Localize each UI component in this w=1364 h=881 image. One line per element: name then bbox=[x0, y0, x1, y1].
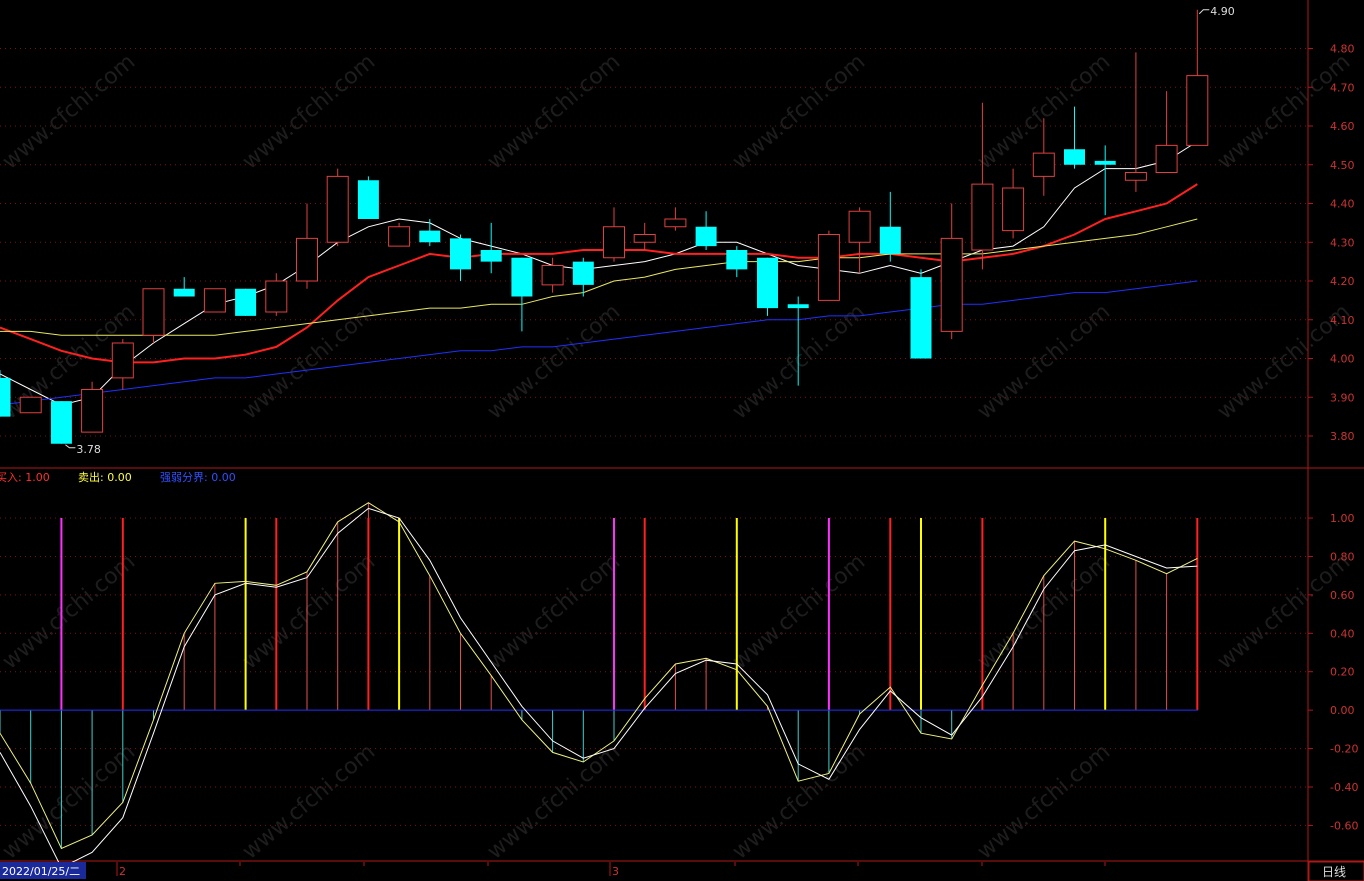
candle-body-up[interactable] bbox=[142, 288, 165, 336]
candle-body-up[interactable] bbox=[111, 342, 134, 379]
watermark: www.cfchi.com bbox=[728, 49, 870, 174]
watermark: www.cfchi.com bbox=[483, 739, 625, 864]
candle-body-up[interactable] bbox=[326, 175, 349, 243]
candle-body-up[interactable] bbox=[1002, 187, 1025, 232]
candle-body-down[interactable] bbox=[910, 277, 932, 359]
period-label: 日线 bbox=[1322, 865, 1346, 879]
candle-body-down[interactable] bbox=[572, 261, 594, 285]
price-tick-label: 4.10 bbox=[1330, 314, 1355, 327]
watermark: www.cfchi.com bbox=[973, 739, 1115, 864]
candle-body-up[interactable] bbox=[81, 389, 104, 433]
candle-body-down[interactable] bbox=[695, 226, 717, 247]
indicator-legend-1: 卖出: 0.00 bbox=[78, 470, 132, 484]
candle-body-down[interactable] bbox=[450, 238, 471, 270]
candle-body-down[interactable] bbox=[511, 257, 533, 297]
price-tick-label: 4.30 bbox=[1330, 236, 1355, 249]
high-marker bbox=[1198, 9, 1210, 15]
candle-body-up[interactable] bbox=[633, 234, 656, 243]
low-price-label: 3.78 bbox=[76, 443, 101, 456]
stock-chart[interactable]: www.cfchi.com www.cfchi.com www.cfchi.com w… bbox=[0, 0, 1364, 881]
indicator-tick-label: 0.40 bbox=[1330, 627, 1355, 640]
indicator-tick-label: 1.00 bbox=[1330, 512, 1355, 525]
price-tick-label: 4.70 bbox=[1330, 81, 1355, 94]
price-tick-label: 4.20 bbox=[1330, 275, 1355, 288]
candle-body-down[interactable] bbox=[757, 257, 778, 309]
candle-body-down[interactable] bbox=[726, 250, 748, 270]
candle-body-up[interactable] bbox=[1186, 75, 1209, 146]
price-tick-label: 4.80 bbox=[1330, 43, 1355, 56]
watermark: www.cfchi.com bbox=[238, 49, 380, 174]
price-tick-label: 4.50 bbox=[1330, 159, 1355, 172]
candle-body-up[interactable] bbox=[388, 226, 411, 247]
candle-body-up[interactable] bbox=[1124, 172, 1147, 181]
candle-body-up[interactable] bbox=[296, 237, 318, 282]
price-tick-label: 3.80 bbox=[1330, 430, 1355, 443]
candle-body-down[interactable] bbox=[235, 288, 257, 316]
candle-body-down[interactable] bbox=[1094, 160, 1116, 165]
watermark: www.cfchi.com bbox=[483, 299, 625, 424]
price-tick-label: 4.00 bbox=[1330, 353, 1355, 366]
watermark: www.cfchi.com bbox=[0, 739, 140, 864]
watermark: www.cfchi.com bbox=[0, 49, 140, 174]
candle-body-up[interactable] bbox=[940, 237, 963, 332]
candle-body-down[interactable] bbox=[173, 288, 195, 297]
watermark: www.cfchi.com bbox=[238, 739, 380, 864]
candle-body-down[interactable] bbox=[419, 230, 441, 243]
indicator-legend-2: 强弱分界: 0.00 bbox=[160, 471, 236, 484]
candle-body-up[interactable] bbox=[541, 265, 564, 286]
watermark: www.cfchi.com bbox=[238, 299, 380, 424]
watermark: www.cfchi.com bbox=[483, 549, 625, 674]
candle-body-down[interactable] bbox=[0, 377, 11, 417]
candle-body-down[interactable] bbox=[50, 401, 72, 444]
candle-body-up[interactable] bbox=[664, 218, 687, 228]
candle-body-down[interactable] bbox=[357, 180, 379, 219]
watermark: www.cfchi.com bbox=[973, 299, 1115, 424]
watermark-layer: www.cfchi.com www.cfchi.com www.cfchi.com w… bbox=[0, 49, 1355, 864]
indicator-legend-0: 买入: 1.00 bbox=[0, 471, 50, 484]
indicator-tick-label: 0.80 bbox=[1330, 550, 1355, 563]
watermark: www.cfchi.com bbox=[728, 739, 870, 864]
indicator-tick-label: -0.40 bbox=[1330, 781, 1358, 794]
candle-body-up[interactable] bbox=[203, 288, 226, 313]
watermark: www.cfchi.com bbox=[728, 549, 870, 674]
price-tick-label: 4.60 bbox=[1330, 120, 1355, 133]
price-tick-label: 3.90 bbox=[1330, 391, 1355, 404]
candle-body-up[interactable] bbox=[971, 183, 994, 251]
watermark: www.cfchi.com bbox=[0, 549, 140, 674]
watermark: www.cfchi.com bbox=[728, 299, 870, 424]
candle-body-down[interactable] bbox=[1064, 149, 1085, 165]
indicator-line-1 bbox=[0, 502, 1198, 850]
indicator-tick-label: 0.20 bbox=[1330, 666, 1355, 679]
indicator-tick-label: -0.20 bbox=[1330, 743, 1358, 756]
indicator-tick-label: 0.60 bbox=[1330, 589, 1355, 602]
low-marker bbox=[65, 444, 76, 449]
candle-body-up[interactable] bbox=[1155, 144, 1178, 173]
indicator-tick-label: 0.00 bbox=[1330, 704, 1355, 717]
candle-body-down[interactable] bbox=[787, 304, 809, 309]
price-tick-label: 4.40 bbox=[1330, 198, 1355, 211]
month-label-1: 2 bbox=[119, 865, 126, 878]
candle-body-up[interactable] bbox=[1032, 152, 1055, 177]
indicator-tick-label: -0.60 bbox=[1330, 819, 1358, 832]
date-label: 2022/01/25/二 bbox=[2, 865, 80, 878]
ma5-line bbox=[0, 141, 1198, 406]
high-price-label: 4.90 bbox=[1210, 5, 1235, 18]
candle-body-up[interactable] bbox=[848, 210, 871, 243]
candle-body-up[interactable] bbox=[265, 280, 288, 313]
candle-body-up[interactable] bbox=[603, 226, 625, 259]
candle-body-down[interactable] bbox=[879, 226, 901, 254]
watermark: www.cfchi.com bbox=[1213, 49, 1355, 174]
candle-body-up[interactable] bbox=[817, 234, 840, 301]
month-label-2: 3 bbox=[612, 865, 619, 878]
watermark: www.cfchi.com bbox=[1213, 549, 1355, 674]
watermark: www.cfchi.com bbox=[483, 49, 625, 174]
candle-body-down[interactable] bbox=[480, 250, 502, 262]
candle-body-up[interactable] bbox=[19, 396, 42, 414]
